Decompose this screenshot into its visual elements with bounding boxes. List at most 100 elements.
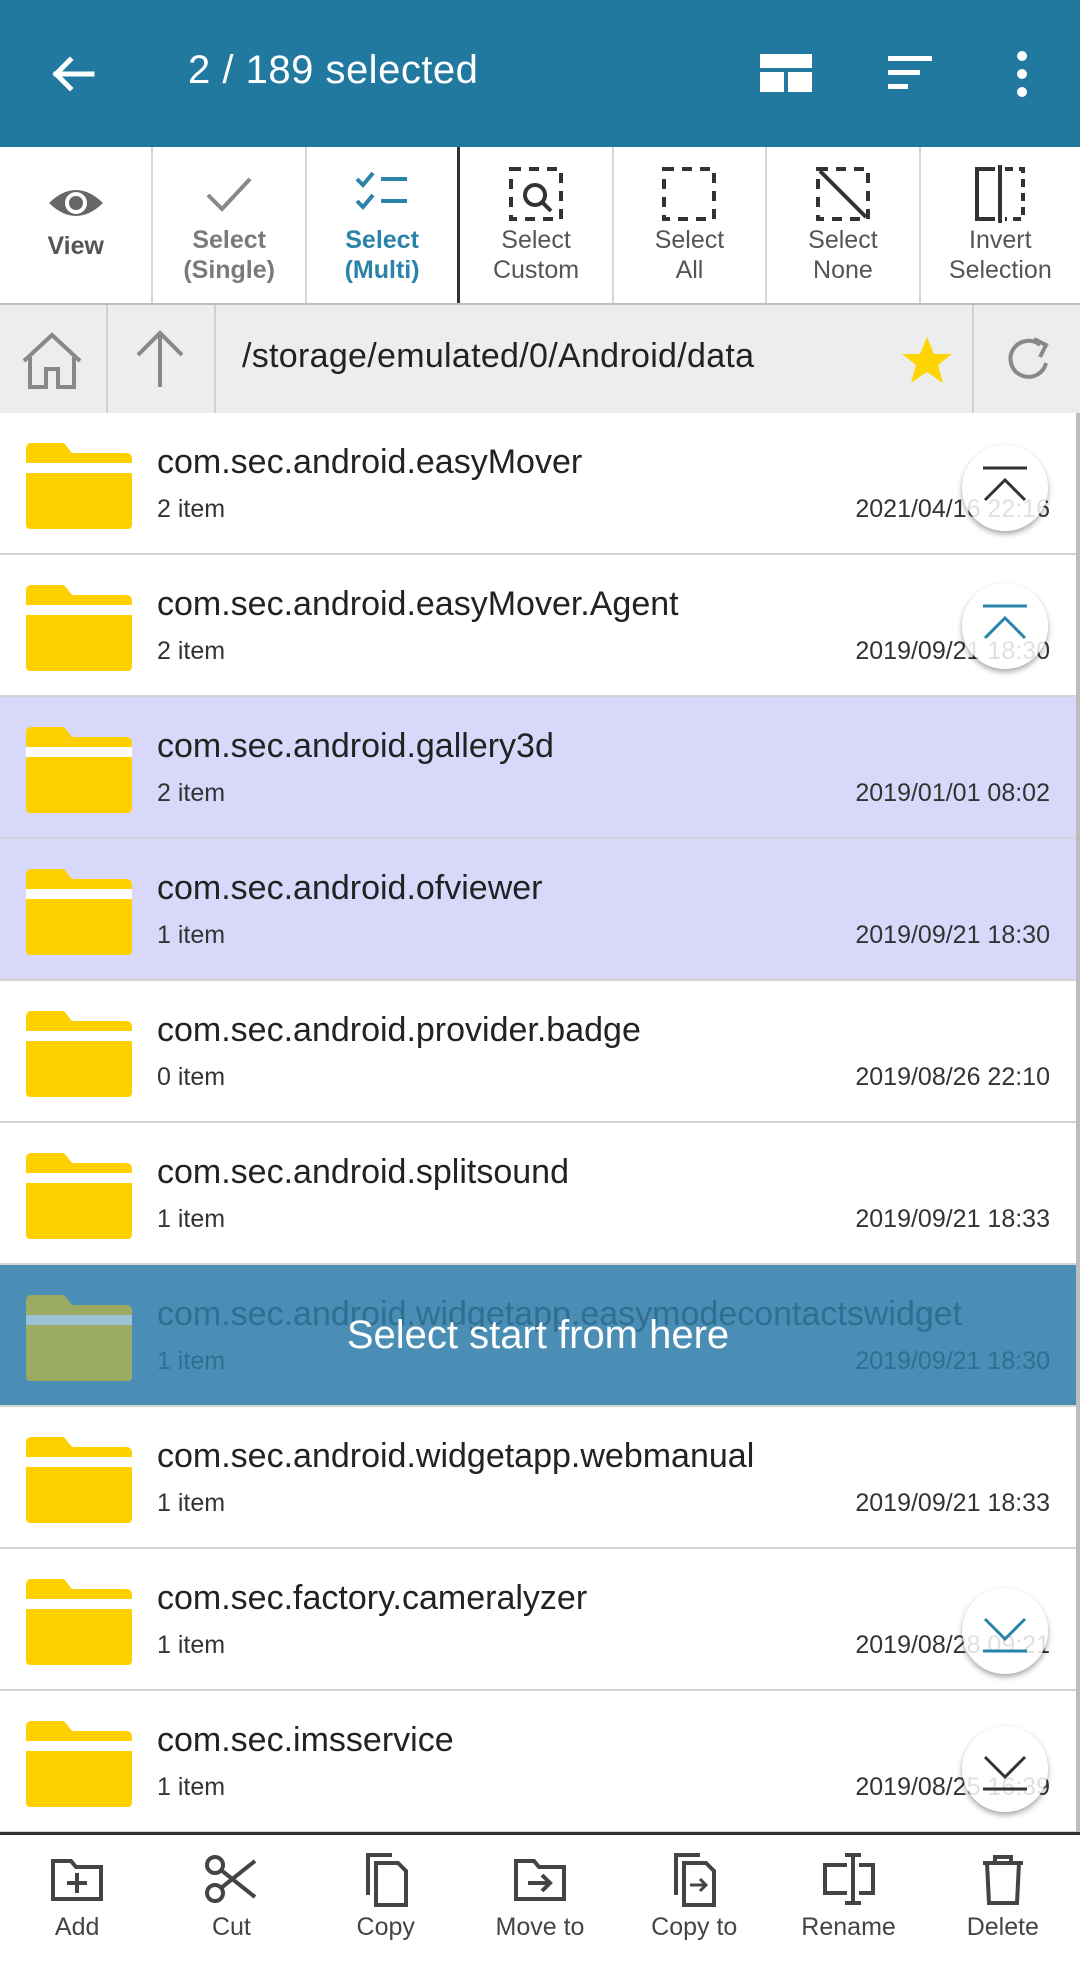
arrow-up-icon[interactable] (130, 329, 190, 389)
page-down-button[interactable] (962, 1588, 1048, 1674)
app-bar: 2 / 189 selected (0, 0, 1080, 147)
modified-date: 2019/08/26 22:10 (855, 1063, 1050, 1091)
file-list: com.sec.android.easyMover 2 item 2021/04/1… (0, 413, 1080, 1833)
copy-to-label: Copy to (651, 1913, 738, 1941)
select-search-icon (509, 167, 564, 221)
select-all-button[interactable]: Select All (614, 147, 768, 303)
folder-icon (26, 869, 132, 955)
delete-label: Delete (966, 1913, 1039, 1941)
file-name: com.sec.imsservice (157, 1721, 454, 1759)
folder-icon (26, 1011, 132, 1097)
modified-date: 2019/09/21 18:33 (855, 1205, 1050, 1233)
view-button[interactable]: View (0, 147, 154, 303)
copy-button[interactable]: Copy (309, 1835, 463, 1961)
sort-icon[interactable] (884, 46, 940, 102)
select-none-button[interactable]: Select None (767, 147, 921, 303)
selection-toolbar: View Select (Single) Select (Multi) Sele… (0, 147, 1080, 305)
folder-icon (26, 585, 132, 671)
copy-to-icon (674, 1853, 717, 1907)
delete-button[interactable]: Delete (926, 1835, 1080, 1961)
select-custom-button[interactable]: Select Custom (460, 147, 614, 303)
rename-button[interactable]: Rename (771, 1835, 925, 1961)
selection-count-title: 2 / 189 selected (188, 48, 479, 92)
rename-icon (822, 1853, 875, 1905)
eye-icon (48, 190, 103, 216)
item-count: 2 item (157, 779, 226, 807)
select-none-label: Select None (808, 226, 878, 284)
folder-icon (26, 1153, 132, 1239)
select-all-label: Select All (654, 226, 725, 284)
scroll-to-bottom-button[interactable] (962, 1726, 1048, 1812)
trash-icon (982, 1855, 1023, 1905)
add-label: Add (54, 1913, 100, 1941)
add-button[interactable]: Add (0, 1835, 154, 1961)
invert-selection-button[interactable]: Invert Selection (921, 147, 1080, 303)
cut-label: Cut (211, 1913, 251, 1941)
file-row[interactable]: com.sec.android.widgetapp.webmanual 1 ite… (0, 1407, 1076, 1549)
chevron-up-icon (983, 604, 1027, 640)
file-row[interactable]: com.sec.android.gallery3d 2 item 2019/01/0… (0, 697, 1076, 839)
item-count: 1 item (157, 1773, 226, 1801)
select-multi-button[interactable]: Select (Multi) (307, 147, 461, 303)
item-count: 1 item (157, 1489, 226, 1517)
layout-icon[interactable] (758, 46, 814, 102)
file-row[interactable]: com.sec.android.ofviewer 1 item 2019/09/21… (0, 839, 1076, 981)
file-name: com.sec.android.easyMover.Agent (157, 585, 679, 623)
refresh-icon[interactable] (1002, 333, 1056, 387)
file-name: com.sec.android.easyMover (157, 443, 583, 481)
file-name: com.sec.android.widgetapp.webmanual (157, 1437, 755, 1475)
more-vert-icon[interactable] (994, 46, 1050, 102)
invert-selection-label: Invert Selection (948, 226, 1052, 284)
scrollbar[interactable] (1076, 413, 1080, 1833)
divider (972, 305, 974, 413)
flip-icon (975, 165, 1026, 223)
file-name: com.sec.android.splitsound (157, 1153, 570, 1191)
modified-date: 2019/09/21 18:30 (855, 921, 1050, 949)
item-count: 2 item (157, 495, 226, 523)
file-name: com.sec.android.gallery3d (157, 727, 554, 765)
modified-date: 2019/09/21 18:33 (855, 1489, 1050, 1517)
cut-button[interactable]: Cut (154, 1835, 308, 1961)
item-count: 1 item (157, 1205, 226, 1233)
path-bar: /storage/emulated/0/Android/data (0, 305, 1080, 415)
file-row[interactable]: com.sec.android.splitsound 1 item 2019/09/… (0, 1123, 1076, 1265)
item-count: 2 item (157, 637, 226, 665)
file-row[interactable]: com.sec.android.easyMover 2 item 2021/04/1… (0, 413, 1076, 555)
folder-icon (26, 1721, 132, 1807)
checklist-icon (355, 171, 408, 210)
item-count: 1 item (157, 1631, 226, 1659)
file-name: com.sec.factory.cameralyzer (157, 1579, 588, 1617)
rename-label: Rename (801, 1913, 896, 1941)
home-icon[interactable] (18, 331, 86, 391)
current-path[interactable]: /storage/emulated/0/Android/data (242, 337, 754, 376)
file-row[interactable]: com.sec.factory.cameralyzer 1 item 2019/08… (0, 1549, 1076, 1691)
file-row[interactable]: com.sec.android.easyMover.Agent 2 item 201… (0, 555, 1076, 697)
view-label: View (47, 232, 104, 260)
file-row[interactable]: com.sec.android.provider.badge 0 item 2019… (0, 981, 1076, 1123)
add-folder-icon (51, 1859, 104, 1901)
copy-label: Copy (356, 1913, 415, 1941)
chevron-up-double-icon (983, 466, 1027, 502)
page-up-button[interactable] (962, 583, 1048, 669)
select-single-label: Select (Single) (183, 226, 275, 284)
select-multi-label: Select (Multi) (344, 226, 420, 284)
arrow-left-icon[interactable] (44, 44, 104, 104)
scroll-to-top-button[interactable] (962, 445, 1048, 531)
chevron-down-double-icon (983, 1755, 1027, 1791)
move-to-button[interactable]: Move to (463, 1835, 617, 1961)
file-row[interactable]: com.sec.imsservice 1 item 2019/08/25 16:39 (0, 1691, 1076, 1833)
file-row[interactable]: com.sec.android.widgetapp.easymodecontac… (0, 1265, 1076, 1407)
select-single-button[interactable]: Select (Single) (153, 147, 307, 303)
copy-to-button[interactable]: Copy to (617, 1835, 771, 1961)
file-name: com.sec.android.provider.badge (157, 1011, 641, 1049)
move-to-label: Move to (495, 1913, 585, 1941)
bottom-action-bar: Add Cut Copy Move to Copy to Rename Dele… (0, 1832, 1080, 1961)
star-icon[interactable] (900, 335, 954, 387)
modified-date: 2019/01/01 08:02 (855, 779, 1050, 807)
check-icon (206, 177, 252, 212)
select-start-tip: Select start from here (346, 1313, 730, 1357)
folder-icon (26, 727, 132, 813)
chevron-down-icon (983, 1617, 1027, 1653)
folder-icon (26, 1579, 132, 1665)
scissors-icon (205, 1855, 257, 1903)
